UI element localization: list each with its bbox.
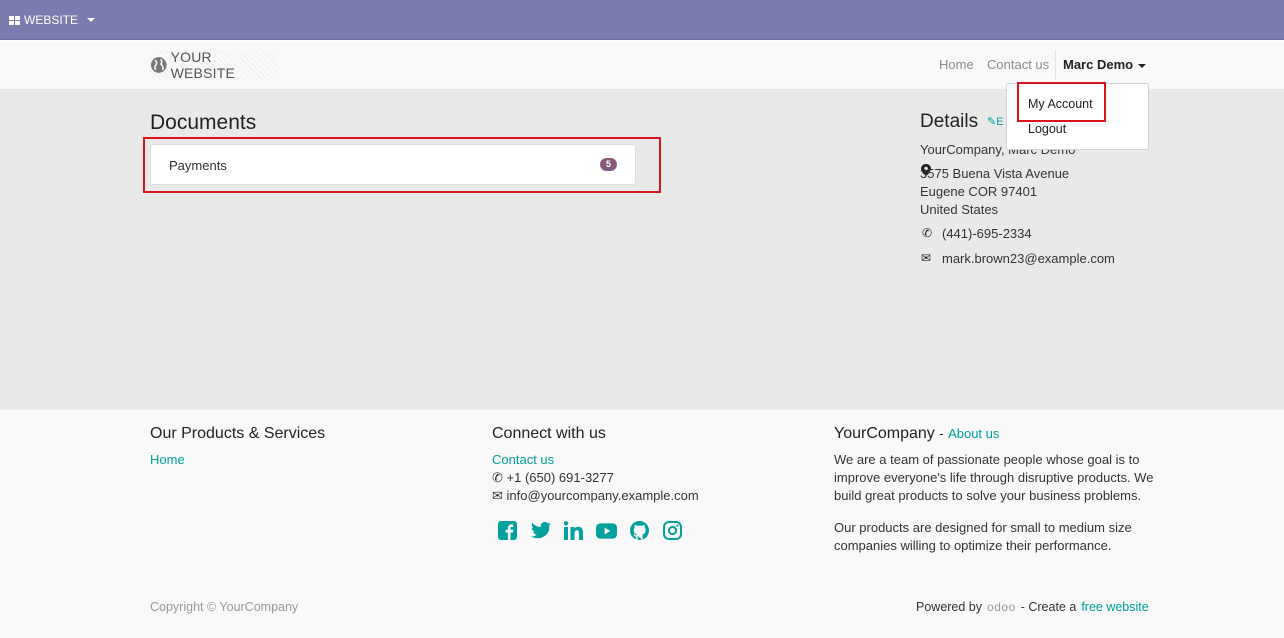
details-title: Details xyxy=(920,111,979,132)
footer-email: ✉ info@yourcompany.example.com xyxy=(492,488,699,503)
globe-icon xyxy=(150,57,167,73)
details-city: Eugene COR 97401 xyxy=(920,184,1038,199)
site-logo[interactable]: YOUR WEBSITE xyxy=(150,49,278,81)
odoo-logo[interactable]: odoo xyxy=(987,600,1016,614)
twitter-icon[interactable] xyxy=(530,520,551,541)
footer-company-title: YourCompany xyxy=(834,425,935,442)
envelope-icon: ✉ xyxy=(921,251,932,265)
app-switcher[interactable]: WEBSITE xyxy=(9,13,96,27)
footer-phone: ✆ +1 (650) 691-3277 xyxy=(492,470,614,485)
footer-contact-link[interactable]: Contact us xyxy=(492,452,554,467)
details-email: mark.brown23@example.com xyxy=(942,251,1115,266)
instagram-icon[interactable] xyxy=(662,520,683,541)
edit-details-link[interactable]: ✎E xyxy=(987,115,1004,128)
powered-by: Powered by odoo - Create a free website xyxy=(916,600,1149,614)
youtube-icon[interactable] xyxy=(596,520,617,541)
facebook-icon[interactable] xyxy=(497,520,518,541)
envelope-icon: ✉ xyxy=(492,488,503,503)
logo-text: YOUR WEBSITE xyxy=(170,49,236,81)
phone-icon: ✆ xyxy=(492,470,503,485)
pencil-icon: ✎ xyxy=(987,116,997,128)
admin-bar: WEBSITE xyxy=(0,0,1284,40)
social-links xyxy=(497,520,683,541)
details-phone: (441)-695-2334 xyxy=(942,226,1032,241)
nav-divider xyxy=(1055,50,1056,80)
footer-connect-title: Connect with us xyxy=(492,425,606,442)
details-country: United States xyxy=(920,202,999,217)
apps-grid-icon xyxy=(9,15,20,25)
details-street: 3575 Buena Vista Avenue xyxy=(920,166,1070,181)
caret-down-icon xyxy=(87,18,96,22)
footer-company-heading: YourCompany - About us xyxy=(834,425,999,443)
footer-products-title: Our Products & Services xyxy=(150,425,326,442)
github-icon[interactable] xyxy=(629,520,650,541)
caret-down-icon xyxy=(1138,63,1147,68)
footer-company-para2-line1: Our products are designed for small to m… xyxy=(834,520,1132,535)
nav-contact-us[interactable]: Contact us xyxy=(987,57,1049,72)
app-label: WEBSITE xyxy=(24,13,79,27)
footer-home-link[interactable]: Home xyxy=(150,452,185,467)
copyright: Copyright © YourCompany xyxy=(150,600,299,614)
nav-home[interactable]: Home xyxy=(939,57,974,72)
linkedin-icon[interactable] xyxy=(563,520,584,541)
phone-icon: ✆ xyxy=(922,226,933,240)
user-name: Marc Demo xyxy=(1063,57,1134,72)
documents-title: Documents xyxy=(150,111,257,134)
free-website-link[interactable]: free website xyxy=(1081,600,1148,614)
footer-company-para2-line2: companies willing to optimize their perf… xyxy=(834,538,1112,553)
footer-company-para1-line1: We are a team of passionate people whose… xyxy=(834,452,1140,467)
user-menu-toggle[interactable]: Marc Demo xyxy=(1063,57,1147,72)
footer-company-separator: - xyxy=(939,426,944,441)
footer-about-link[interactable]: About us xyxy=(948,426,999,441)
highlight-box-my-account xyxy=(1017,82,1106,122)
footer-company-para1-line3: build great products to solve your busin… xyxy=(834,488,1142,503)
highlight-box-documents xyxy=(143,137,661,193)
footer-company-para1-line2: improve everyone's life through disrupti… xyxy=(834,470,1154,485)
menu-item-logout[interactable]: Logout xyxy=(1028,122,1066,136)
